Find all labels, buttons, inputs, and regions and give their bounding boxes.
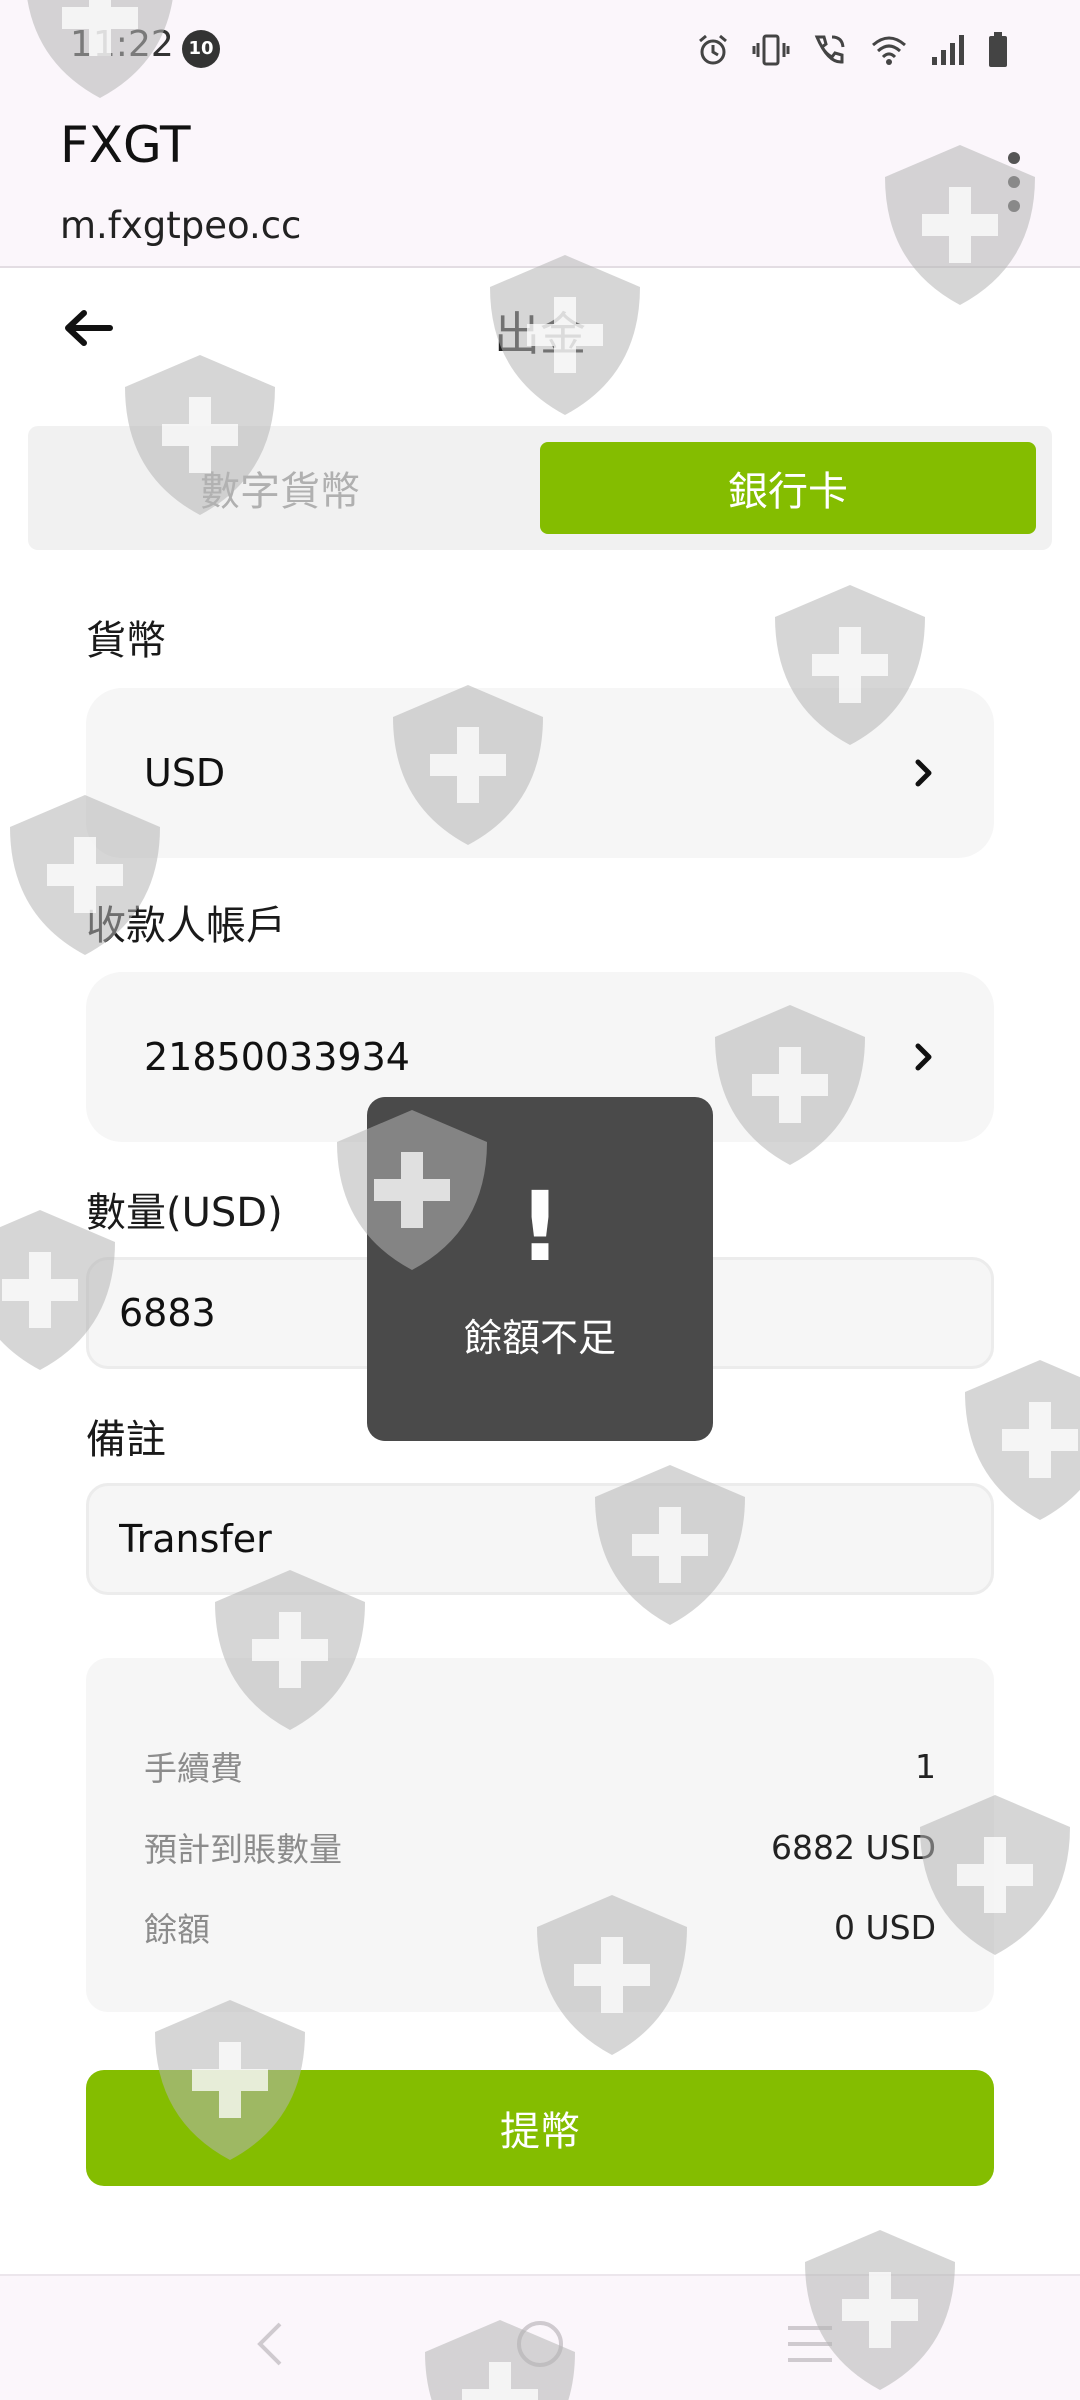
fee-label: 手續費 — [144, 1749, 243, 1788]
browser-header: FXGT m.fxgtpeo.cc — [0, 100, 1080, 268]
currency-value: USD — [144, 751, 226, 795]
tab-bank-card[interactable]: 銀行卡 — [540, 442, 1036, 534]
tab-crypto[interactable]: 數字貨幣 — [32, 442, 528, 534]
nav-recents-icon[interactable] — [780, 2314, 840, 2374]
balance-label: 餘額 — [144, 1910, 210, 1949]
wifi-icon — [872, 36, 906, 65]
alarm-icon — [699, 34, 727, 65]
expected-amount-label: 預計到賬數量 — [144, 1830, 342, 1869]
site-title: FXGT — [60, 116, 191, 174]
toast-message: 餘額不足 — [463, 1316, 616, 1360]
vibrate-icon — [752, 34, 790, 66]
notification-count-badge: 10 — [182, 30, 220, 68]
withdraw-summary: 手續費 1 預計到賬數量 6882 USD 餘額 0 USD — [86, 1658, 994, 2012]
currency-select[interactable]: USD — [86, 688, 994, 858]
payee-account-label: 收款人帳戶 — [86, 903, 286, 949]
exclamation-icon: ! — [518, 1171, 562, 1283]
site-url[interactable]: m.fxgtpeo.cc — [60, 204, 301, 247]
chevron-right-icon — [914, 688, 934, 858]
expected-amount-value: 6882 USD — [771, 1827, 936, 1867]
remark-input[interactable] — [89, 1486, 991, 1592]
status-time: 11:22 — [70, 24, 174, 65]
nav-home-icon[interactable] — [510, 2314, 570, 2374]
remark-label: 備註 — [86, 1417, 166, 1463]
signal-icon — [932, 35, 964, 65]
battery-icon — [989, 32, 1007, 67]
error-toast: ! 餘額不足 — [367, 1097, 713, 1441]
fee-value: 1 — [915, 1746, 936, 1786]
fee-row: 手續費 1 — [144, 1741, 936, 1791]
nav-back-icon[interactable] — [240, 2314, 300, 2374]
status-icons — [696, 28, 1008, 72]
currency-label: 貨幣 — [86, 618, 166, 664]
balance-value: 0 USD — [834, 1907, 936, 1947]
withdraw-method-tabs: 數字貨幣 銀行卡 — [28, 426, 1052, 550]
kebab-menu-icon[interactable] — [1004, 152, 1024, 212]
chevron-right-icon — [914, 972, 934, 1142]
remark-field — [86, 1483, 994, 1595]
expected-amount-row: 預計到賬數量 6882 USD — [144, 1822, 936, 1872]
wifi-call-icon — [814, 35, 845, 64]
balance-row: 餘額 0 USD — [144, 1902, 936, 1952]
amount-label: 數量(USD) — [86, 1190, 283, 1236]
page-title: 出金 — [494, 307, 586, 361]
system-status-bar: 11:22 10 — [0, 0, 1080, 100]
system-navigation-bar — [0, 2274, 1080, 2400]
withdraw-submit-button[interactable]: 提幣 — [86, 2070, 994, 2186]
